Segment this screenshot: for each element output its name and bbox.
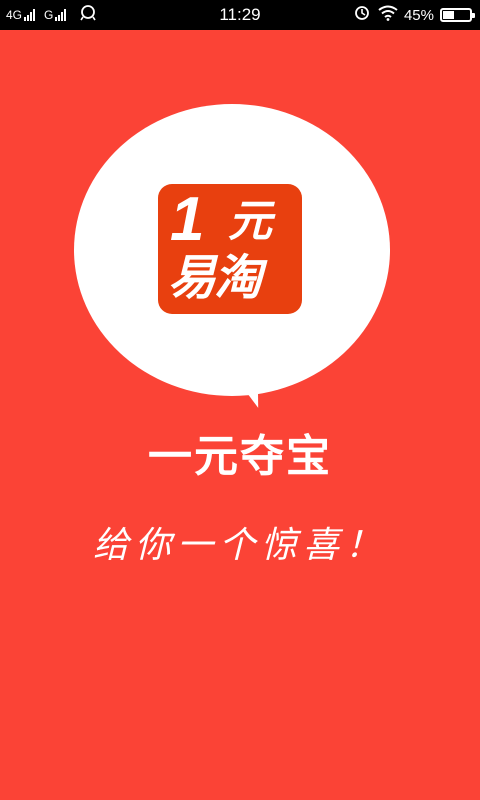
wifi-icon	[378, 5, 398, 25]
slogan: 给你一个惊喜！	[92, 525, 387, 566]
speech-bubble-tail	[215, 345, 267, 413]
battery-icon	[440, 8, 475, 22]
status-bar: 4G G 11:29 45%	[0, 0, 480, 30]
splash-screen: 4G G 11:29 45% 1 元 易淘 一元夺宝 给你一个惊喜！	[0, 0, 480, 800]
status-right: 45%	[354, 0, 475, 30]
alarm-icon	[354, 5, 370, 25]
logo-yuan: 元	[228, 196, 272, 247]
battery-percent: 45%	[403, 6, 434, 24]
logo-name: 易淘	[168, 250, 262, 306]
app-logo: 1 元 易淘	[158, 184, 302, 314]
logo-number: 1	[170, 185, 205, 254]
app-title: 一元夺宝	[148, 431, 332, 482]
